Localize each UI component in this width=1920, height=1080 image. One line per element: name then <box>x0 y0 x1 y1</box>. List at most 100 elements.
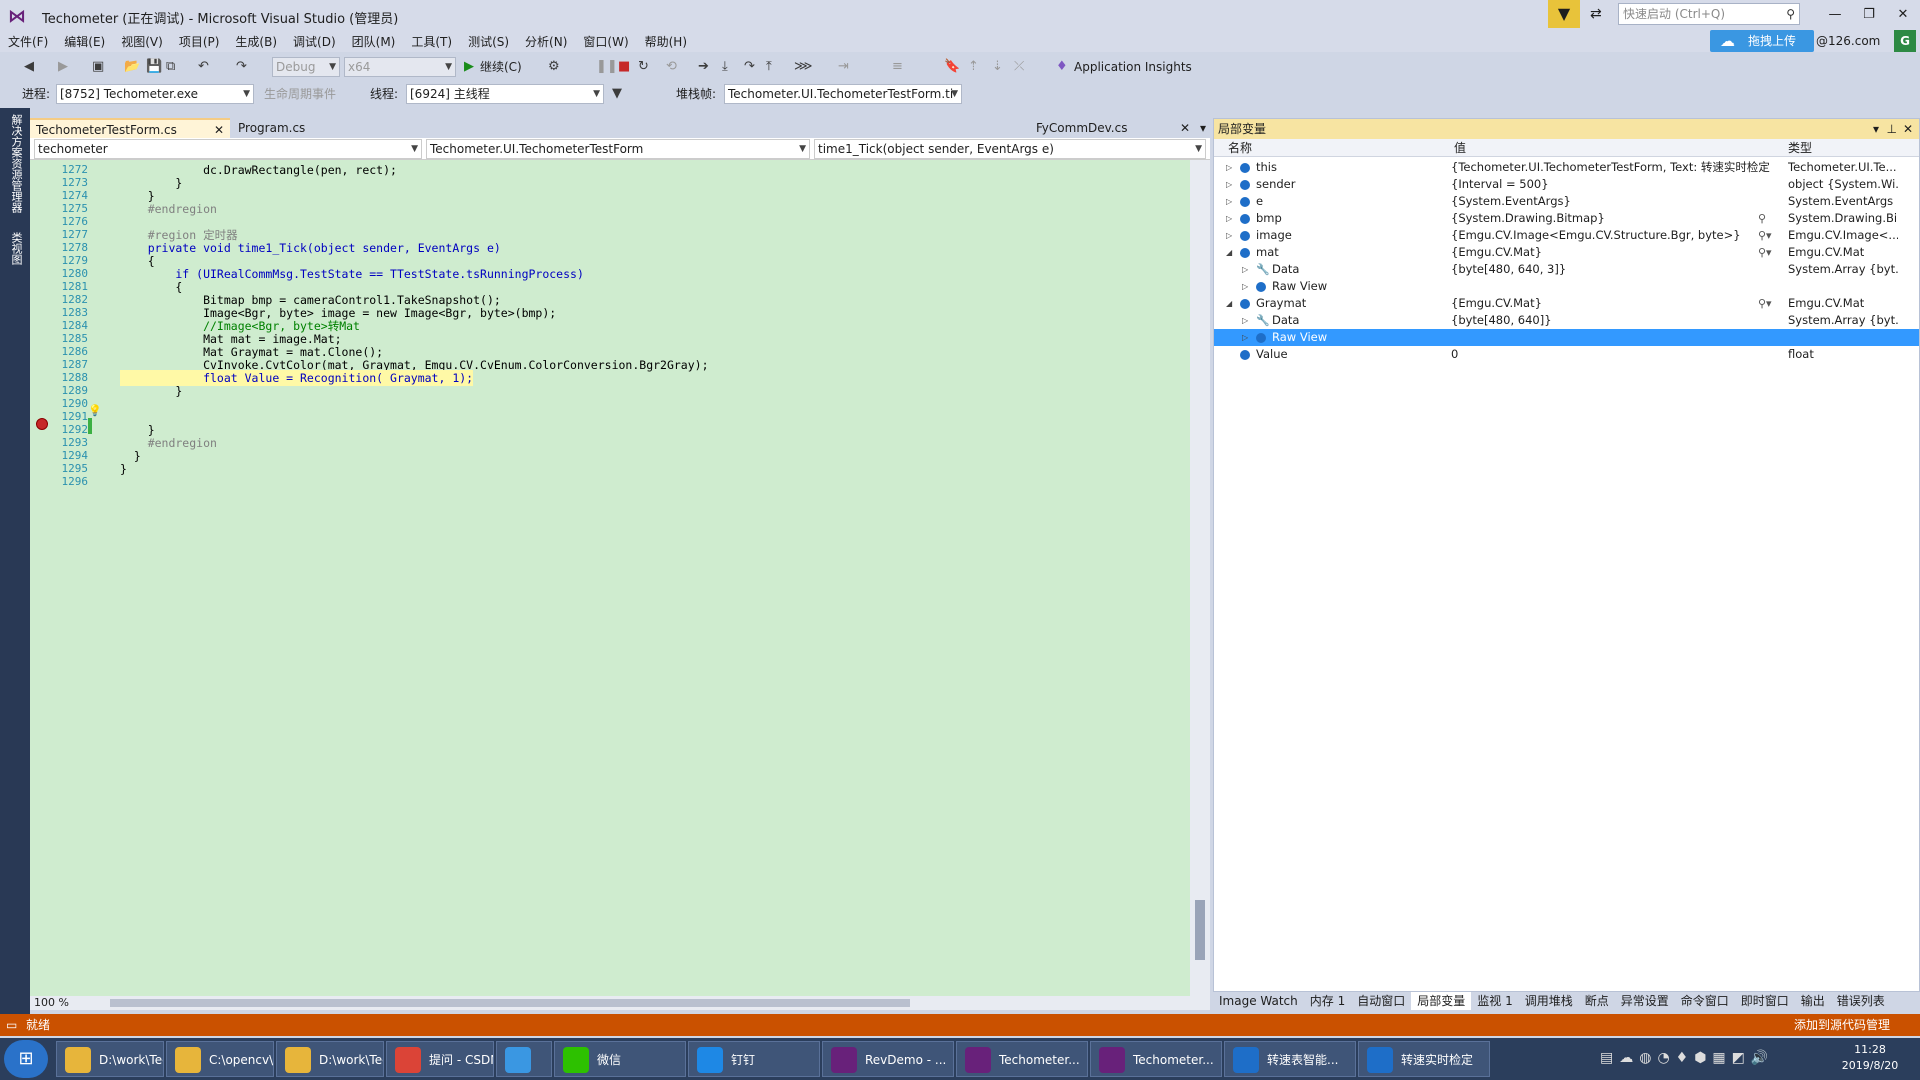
expand-icon[interactable]: ▷ <box>1242 329 1248 346</box>
show-next-statement-icon[interactable]: ➔ <box>698 58 709 76</box>
column-name[interactable]: 名称 <box>1228 139 1252 157</box>
taskbar-item[interactable]: 转速表智能... <box>1224 1041 1356 1077</box>
restore-button[interactable]: ❐ <box>1854 4 1884 26</box>
locals-row[interactable]: ▷ sender {Interval = 500} object {System.Wi… <box>1214 176 1919 193</box>
scrollbar-thumb[interactable] <box>1195 900 1205 960</box>
start-button[interactable]: ⊞ <box>4 1040 48 1078</box>
lifecycle-events-button[interactable]: 生命周期事件 <box>264 85 336 103</box>
local-value[interactable]: {System.Drawing.Bitmap} <box>1451 210 1771 227</box>
taskbar-item[interactable]: D:\work\Tec... <box>56 1041 164 1077</box>
local-value[interactable]: {byte[480, 640, 3]} <box>1451 261 1771 278</box>
menu-test[interactable]: 测试(S) <box>460 32 517 52</box>
undo-icon[interactable]: ↶ <box>198 58 209 76</box>
next-bookmark-icon[interactable]: ⇣ <box>992 58 1003 76</box>
menu-edit[interactable]: 编辑(E) <box>56 32 113 52</box>
step-into-icon[interactable]: ⤓ <box>722 58 728 76</box>
back-icon[interactable]: ◀ <box>24 58 34 76</box>
menu-team[interactable]: 团队(M) <box>344 32 404 52</box>
menu-analyze[interactable]: 分析(N) <box>517 32 575 52</box>
system-tray-icons[interactable]: ▤☁◍◔♦⬢▦◩🔊 <box>1600 1050 1774 1066</box>
clear-bookmarks-icon[interactable]: ⤫ <box>1014 58 1024 76</box>
menu-tools[interactable]: 工具(T) <box>403 32 460 52</box>
locals-row[interactable]: ▷ image {Emgu.CV.Image<Emgu.CV.Structure.B… <box>1214 227 1919 244</box>
comment-icon[interactable]: ≡ <box>892 58 903 76</box>
locals-row[interactable]: ▷ 🔧 Data {byte[480, 640]} System.Array {byt.… <box>1214 312 1919 329</box>
code-editor[interactable]: 💡 1272 dc.DrawRectangle(pen, rect); 1273 … <box>30 160 1190 996</box>
expand-icon[interactable]: ▷ <box>1226 159 1232 176</box>
tool-tab[interactable]: 异常设置 <box>1615 992 1675 1010</box>
expand-icon[interactable]: ▷ <box>1242 278 1248 295</box>
local-value[interactable]: {Techometer.UI.TechometerTestForm, Text:… <box>1451 159 1771 176</box>
menu-build[interactable]: 生成(B) <box>227 32 285 52</box>
break-all-icon[interactable]: ❚❚ <box>596 58 618 76</box>
solution-explorer-tab[interactable]: 解决方案资源管理器 <box>8 114 23 213</box>
tool-tab[interactable]: 输出 <box>1795 992 1831 1010</box>
visualizer-icon[interactable]: ⚲▾ <box>1758 227 1772 244</box>
visualizer-icon[interactable]: ⚲▾ <box>1758 244 1772 261</box>
column-type[interactable]: 类型 <box>1788 139 1812 157</box>
column-value[interactable]: 值 <box>1454 139 1466 157</box>
menu-file[interactable]: 文件(F) <box>0 32 56 52</box>
taskbar-item[interactable]: Techometer... <box>1090 1041 1222 1077</box>
tool-tab[interactable]: 断点 <box>1579 992 1615 1010</box>
locals-row[interactable]: ▷ bmp {System.Drawing.Bitmap} ⚲ System.Drawi… <box>1214 210 1919 227</box>
attach-icon[interactable]: ⚙ <box>548 58 560 76</box>
step-over-icon[interactable]: ↷ <box>744 58 755 76</box>
locals-row[interactable]: ▷ Raw View <box>1214 329 1919 346</box>
platform-dropdown[interactable]: x64 ▼ <box>344 57 456 77</box>
tab-overflow-icon[interactable]: ▾ <box>1200 118 1206 138</box>
local-value[interactable]: 0 <box>1451 346 1771 363</box>
locals-row[interactable]: ▷ Raw View <box>1214 278 1919 295</box>
tool-tab[interactable]: 内存 1 <box>1304 992 1351 1010</box>
thread-dropdown[interactable]: [6924] 主线程 ▼ <box>406 84 604 104</box>
expand-icon[interactable]: ▷ <box>1242 312 1248 329</box>
app-insights-button[interactable]: Application Insights <box>1074 58 1192 76</box>
locals-row[interactable]: Value 0 float <box>1214 346 1919 363</box>
visualizer-icon[interactable]: ⚲▾ <box>1758 295 1772 312</box>
tool-tab[interactable]: 命令窗口 <box>1675 992 1735 1010</box>
project-dropdown[interactable]: techometer ▼ <box>34 139 422 159</box>
step-out-icon[interactable]: ⤒ <box>766 58 772 76</box>
hot-reload-icon[interactable]: ⟲ <box>666 58 677 76</box>
code-line[interactable]: } <box>120 383 182 399</box>
expand-icon[interactable]: ▷ <box>1226 227 1232 244</box>
bookmark-icon[interactable]: 🔖 <box>944 58 960 76</box>
forward-icon[interactable]: ▶ <box>58 58 68 76</box>
taskbar-item[interactable]: 微信 <box>554 1041 686 1077</box>
menu-view[interactable]: 视图(V) <box>113 32 171 52</box>
visualizer-icon[interactable]: ⚲ <box>1758 210 1766 227</box>
code-line[interactable]: #endregion <box>120 201 217 217</box>
quick-launch-input[interactable]: 快速启动 (Ctrl+Q) ⚲ <box>1618 3 1800 25</box>
code-line[interactable]: } <box>120 461 127 477</box>
expand-icon[interactable]: ▷ <box>1226 176 1232 193</box>
redo-icon[interactable]: ↷ <box>236 58 247 76</box>
locals-row[interactable]: ▷ e {System.EventArgs} System.EventArgs <box>1214 193 1919 210</box>
lightbulb-icon[interactable]: 💡 <box>88 404 102 417</box>
indent-icon[interactable]: ⇥ <box>838 58 849 76</box>
notification-filter-icon[interactable]: ▼ <box>1548 0 1580 28</box>
editor-vertical-scrollbar[interactable] <box>1190 160 1210 996</box>
local-value[interactable]: {Emgu.CV.Mat} <box>1451 244 1771 261</box>
zoom-level[interactable]: 100 % <box>34 996 69 1009</box>
tool-tab[interactable]: Image Watch <box>1213 992 1304 1010</box>
continue-button[interactable]: 继续(C) <box>480 58 522 76</box>
pin-icon[interactable]: ⊥ <box>1887 119 1897 139</box>
tab-program[interactable]: Program.cs <box>232 118 332 138</box>
local-value[interactable]: {Emgu.CV.Image<Emgu.CV.Structure.Bgr, by… <box>1451 227 1771 244</box>
new-project-icon[interactable]: ▣ <box>92 58 104 76</box>
class-view-tab[interactable]: 类视图 <box>8 232 23 265</box>
feedback-icon[interactable]: ⇄ <box>1590 6 1602 22</box>
tab-fycommdev[interactable]: FyCommDev.cs ✕ ▾ <box>1030 118 1210 138</box>
close-tab-icon[interactable]: ✕ <box>1180 118 1190 138</box>
tool-tab[interactable]: 监视 1 <box>1471 992 1518 1010</box>
continue-icon[interactable]: ▶ <box>464 58 474 76</box>
close-tab-icon[interactable]: ✕ <box>214 120 224 140</box>
clock[interactable]: 11:28 2019/8/20 <box>1830 1042 1910 1074</box>
tool-tab[interactable]: 局部变量 <box>1411 992 1472 1010</box>
local-value[interactable]: {Emgu.CV.Mat} <box>1451 295 1771 312</box>
local-value[interactable]: {System.EventArgs} <box>1451 193 1771 210</box>
code-line[interactable]: if (UIRealCommMsg.TestState == TTestStat… <box>120 266 584 282</box>
tool-tab[interactable]: 自动窗口 <box>1351 992 1411 1010</box>
locals-row[interactable]: ◢ Graymat {Emgu.CV.Mat} ⚲▾ Emgu.CV.Mat <box>1214 295 1919 312</box>
horizontal-scrollbar[interactable] <box>110 999 910 1007</box>
